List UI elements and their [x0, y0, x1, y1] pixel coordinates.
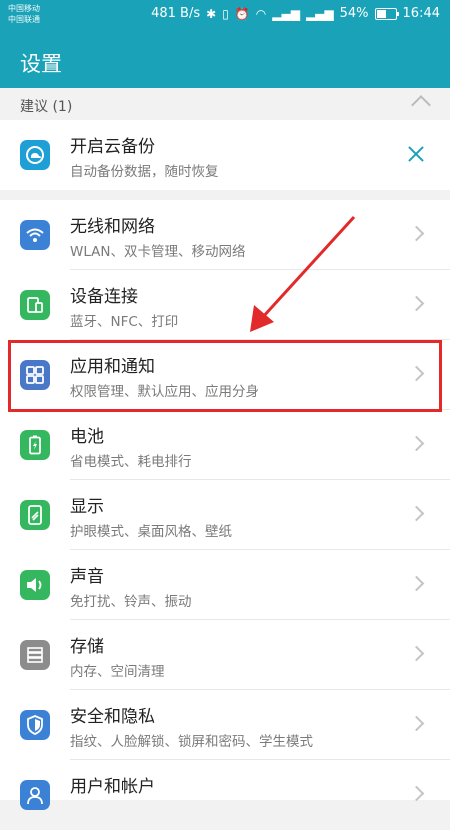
annotation-arrow: [250, 215, 356, 332]
